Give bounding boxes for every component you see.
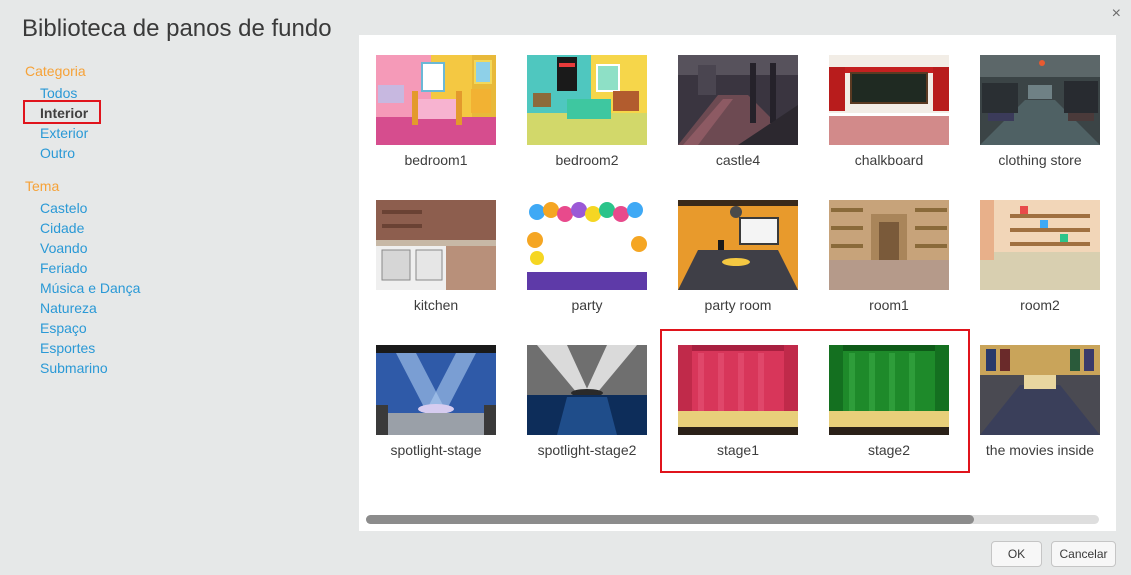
backdrop-grid: bedroom1 bedroom2 castle4 chalkboard clo…: [359, 35, 1116, 531]
theme-item-natureza[interactable]: Natureza: [40, 300, 97, 316]
backdrop-tile-bedroom1[interactable]: bedroom1: [376, 55, 496, 185]
backdrop-label: the movies inside: [985, 442, 1095, 458]
backdrop-tile-room1[interactable]: room1: [829, 200, 949, 330]
backdrop-label: party: [571, 297, 603, 313]
backdrop-thumbnail: [980, 200, 1100, 290]
backdrop-label: castle4: [715, 152, 761, 168]
category-item-todos[interactable]: Todos: [40, 85, 77, 101]
theme-item-musica-e-danca[interactable]: Música e Dança: [40, 280, 140, 296]
backdrop-tile-spotlight-stage[interactable]: spotlight-stage: [376, 345, 496, 475]
theme-item-voando[interactable]: Voando: [40, 240, 88, 256]
category-item-interior[interactable]: Interior: [40, 105, 88, 121]
backdrop-label: spotlight-stage: [390, 442, 482, 458]
backdrop-tile-room2[interactable]: room2: [980, 200, 1100, 330]
backdrop-tile-chalkboard[interactable]: chalkboard: [829, 55, 949, 185]
scrollbar-thumb[interactable]: [366, 515, 974, 524]
backdrop-tile-clothing-store[interactable]: clothing store: [980, 55, 1100, 185]
theme-item-esportes[interactable]: Esportes: [40, 340, 95, 356]
backdrop-tile-bedroom2[interactable]: bedroom2: [527, 55, 647, 185]
dialog-title: Biblioteca de panos de fundo: [22, 15, 332, 42]
backdrop-tile-the-movies-inside[interactable]: the movies inside: [980, 345, 1100, 475]
backdrop-tile-castle4[interactable]: castle4: [678, 55, 798, 185]
backdrop-label: stage1: [716, 442, 760, 458]
backdrop-label: room1: [869, 297, 909, 313]
backdrop-label: bedroom2: [555, 152, 619, 168]
theme-item-espaco[interactable]: Espaço: [40, 320, 87, 336]
backdrop-thumbnail: [829, 200, 949, 290]
backdrop-tile-party-room[interactable]: party room: [678, 200, 798, 330]
backdrop-thumbnail: [527, 345, 647, 435]
category-item-exterior[interactable]: Exterior: [40, 125, 88, 141]
backdrop-label: room2: [1020, 297, 1060, 313]
backdrop-thumbnail: [829, 345, 949, 435]
category-heading: Categoria: [25, 63, 86, 79]
backdrop-thumbnail: [527, 200, 647, 290]
backdrop-tile-stage2[interactable]: stage2: [829, 345, 949, 475]
backdrop-thumbnail: [678, 345, 798, 435]
backdrop-label: clothing store: [998, 152, 1082, 168]
theme-item-feriado[interactable]: Feriado: [40, 260, 87, 276]
theme-item-submarino[interactable]: Submarino: [40, 360, 108, 376]
close-icon[interactable]: ×: [1112, 6, 1121, 22]
backdrop-label: stage2: [867, 442, 911, 458]
backdrop-thumbnail: [527, 55, 647, 145]
backdrop-thumbnail: [678, 200, 798, 290]
backdrop-thumbnail: [376, 345, 496, 435]
backdrop-thumbnail: [829, 55, 949, 145]
theme-item-cidade[interactable]: Cidade: [40, 220, 84, 236]
backdrop-label: chalkboard: [854, 152, 924, 168]
ok-button[interactable]: OK: [991, 541, 1042, 567]
backdrop-label: spotlight-stage2: [537, 442, 637, 458]
backdrop-label: bedroom1: [404, 152, 468, 168]
backdrop-tile-spotlight-stage2[interactable]: spotlight-stage2: [527, 345, 647, 475]
theme-heading: Tema: [25, 178, 60, 194]
backdrop-thumbnail: [376, 200, 496, 290]
backdrop-thumbnail: [678, 55, 798, 145]
backdrop-thumbnail: [980, 345, 1100, 435]
backdrop-thumbnail: [376, 55, 496, 145]
backdrop-label: kitchen: [413, 297, 459, 313]
backdrop-label: party room: [704, 297, 772, 313]
category-item-outro[interactable]: Outro: [40, 145, 75, 161]
horizontal-scrollbar[interactable]: [366, 515, 1099, 524]
cancel-button[interactable]: Cancelar: [1051, 541, 1116, 567]
backdrop-tile-party[interactable]: party: [527, 200, 647, 330]
backdrop-tile-kitchen[interactable]: kitchen: [376, 200, 496, 330]
backdrop-tile-stage1[interactable]: stage1: [678, 345, 798, 475]
backdrop-thumbnail: [980, 55, 1100, 145]
theme-item-castelo[interactable]: Castelo: [40, 200, 87, 216]
